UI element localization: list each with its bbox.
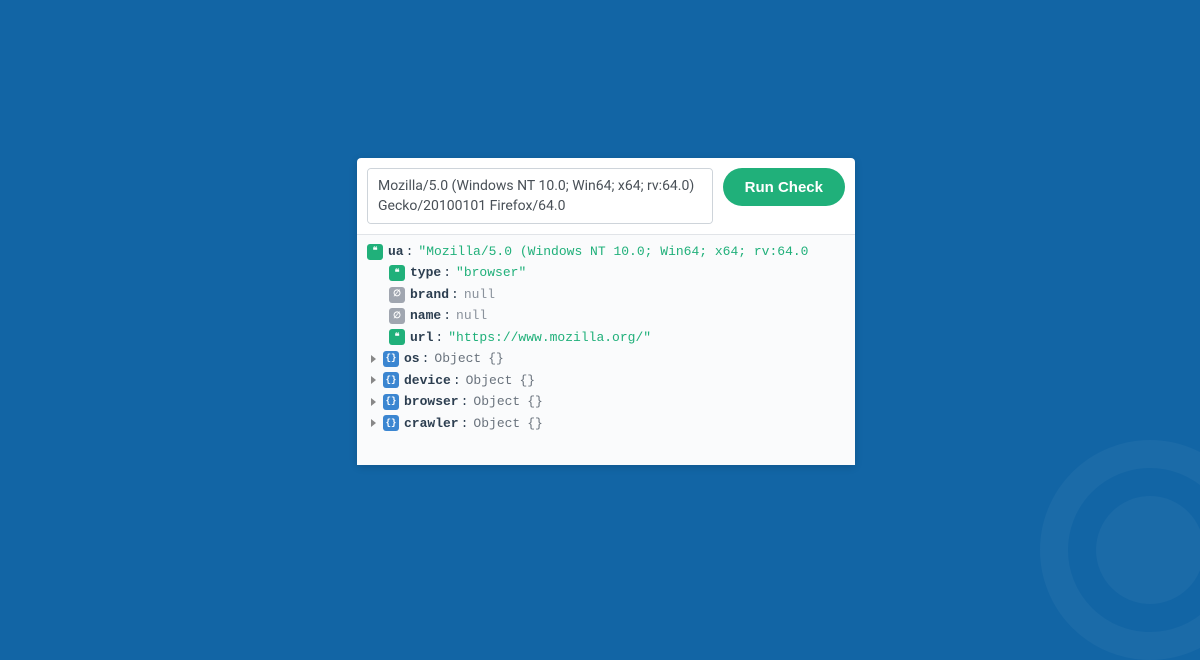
key-label: device (404, 370, 451, 391)
key-label: os (404, 348, 420, 369)
object-type-icon: {} (383, 372, 399, 388)
string-type-icon: ❝ (389, 265, 405, 281)
string-type-icon: ❝ (367, 244, 383, 260)
value-string: "https://www.mozilla.org/" (448, 327, 651, 348)
key-label: crawler (404, 413, 459, 434)
key-label: brand (410, 284, 449, 305)
value-null: null (456, 305, 487, 326)
value-braces: {} (519, 370, 535, 391)
key-label: url (410, 327, 433, 348)
object-type-icon: {} (383, 351, 399, 367)
null-type-icon: ∅ (389, 287, 405, 303)
result-scroll-area[interactable]: ❝ ua: "Mozilla/5.0 (Windows NT 10.0; Win… (357, 241, 855, 465)
value-braces: {} (527, 391, 543, 412)
ua-check-widget: Run Check ❝ ua: "Mozilla/5.0 (Windows NT… (357, 158, 855, 465)
null-type-icon: ∅ (389, 308, 405, 324)
result-row-crawler[interactable]: {} crawler: Object {} (367, 413, 855, 434)
result-row-url[interactable]: ❝ url: "https://www.mozilla.org/" (367, 327, 855, 348)
value-null: null (464, 284, 495, 305)
chevron-right-icon[interactable] (371, 398, 376, 406)
decorative-target-icon (1040, 440, 1200, 660)
object-type-icon: {} (383, 415, 399, 431)
key-label: name (410, 305, 441, 326)
key-label: ua (388, 241, 404, 262)
result-row-os[interactable]: {} os: Object {} (367, 348, 855, 369)
value-type: Object (434, 348, 481, 369)
key-label: type (410, 262, 441, 283)
result-row-name[interactable]: ∅ name: null (367, 305, 855, 326)
value-string: "browser" (456, 262, 526, 283)
string-type-icon: ❝ (389, 329, 405, 345)
value-braces: {} (488, 348, 504, 369)
chevron-right-icon[interactable] (371, 376, 376, 384)
chevron-right-icon[interactable] (371, 355, 376, 363)
object-type-icon: {} (383, 394, 399, 410)
key-label: browser (404, 391, 459, 412)
input-row: Run Check (357, 158, 855, 234)
value-type: Object (473, 413, 520, 434)
value-string: "Mozilla/5.0 (Windows NT 10.0; Win64; x6… (418, 241, 808, 262)
value-type: Object (466, 370, 513, 391)
result-row-type[interactable]: ❝ type: "browser" (367, 262, 855, 283)
result-row-ua[interactable]: ❝ ua: "Mozilla/5.0 (Windows NT 10.0; Win… (367, 241, 855, 262)
run-check-button[interactable]: Run Check (723, 168, 845, 206)
result-row-brand[interactable]: ∅ brand: null (367, 284, 855, 305)
result-row-browser[interactable]: {} browser: Object {} (367, 391, 855, 412)
user-agent-input[interactable] (367, 168, 713, 224)
result-panel: ❝ ua: "Mozilla/5.0 (Windows NT 10.0; Win… (357, 234, 855, 465)
result-row-device[interactable]: {} device: Object {} (367, 370, 855, 391)
value-braces: {} (527, 413, 543, 434)
chevron-right-icon[interactable] (371, 419, 376, 427)
value-type: Object (473, 391, 520, 412)
